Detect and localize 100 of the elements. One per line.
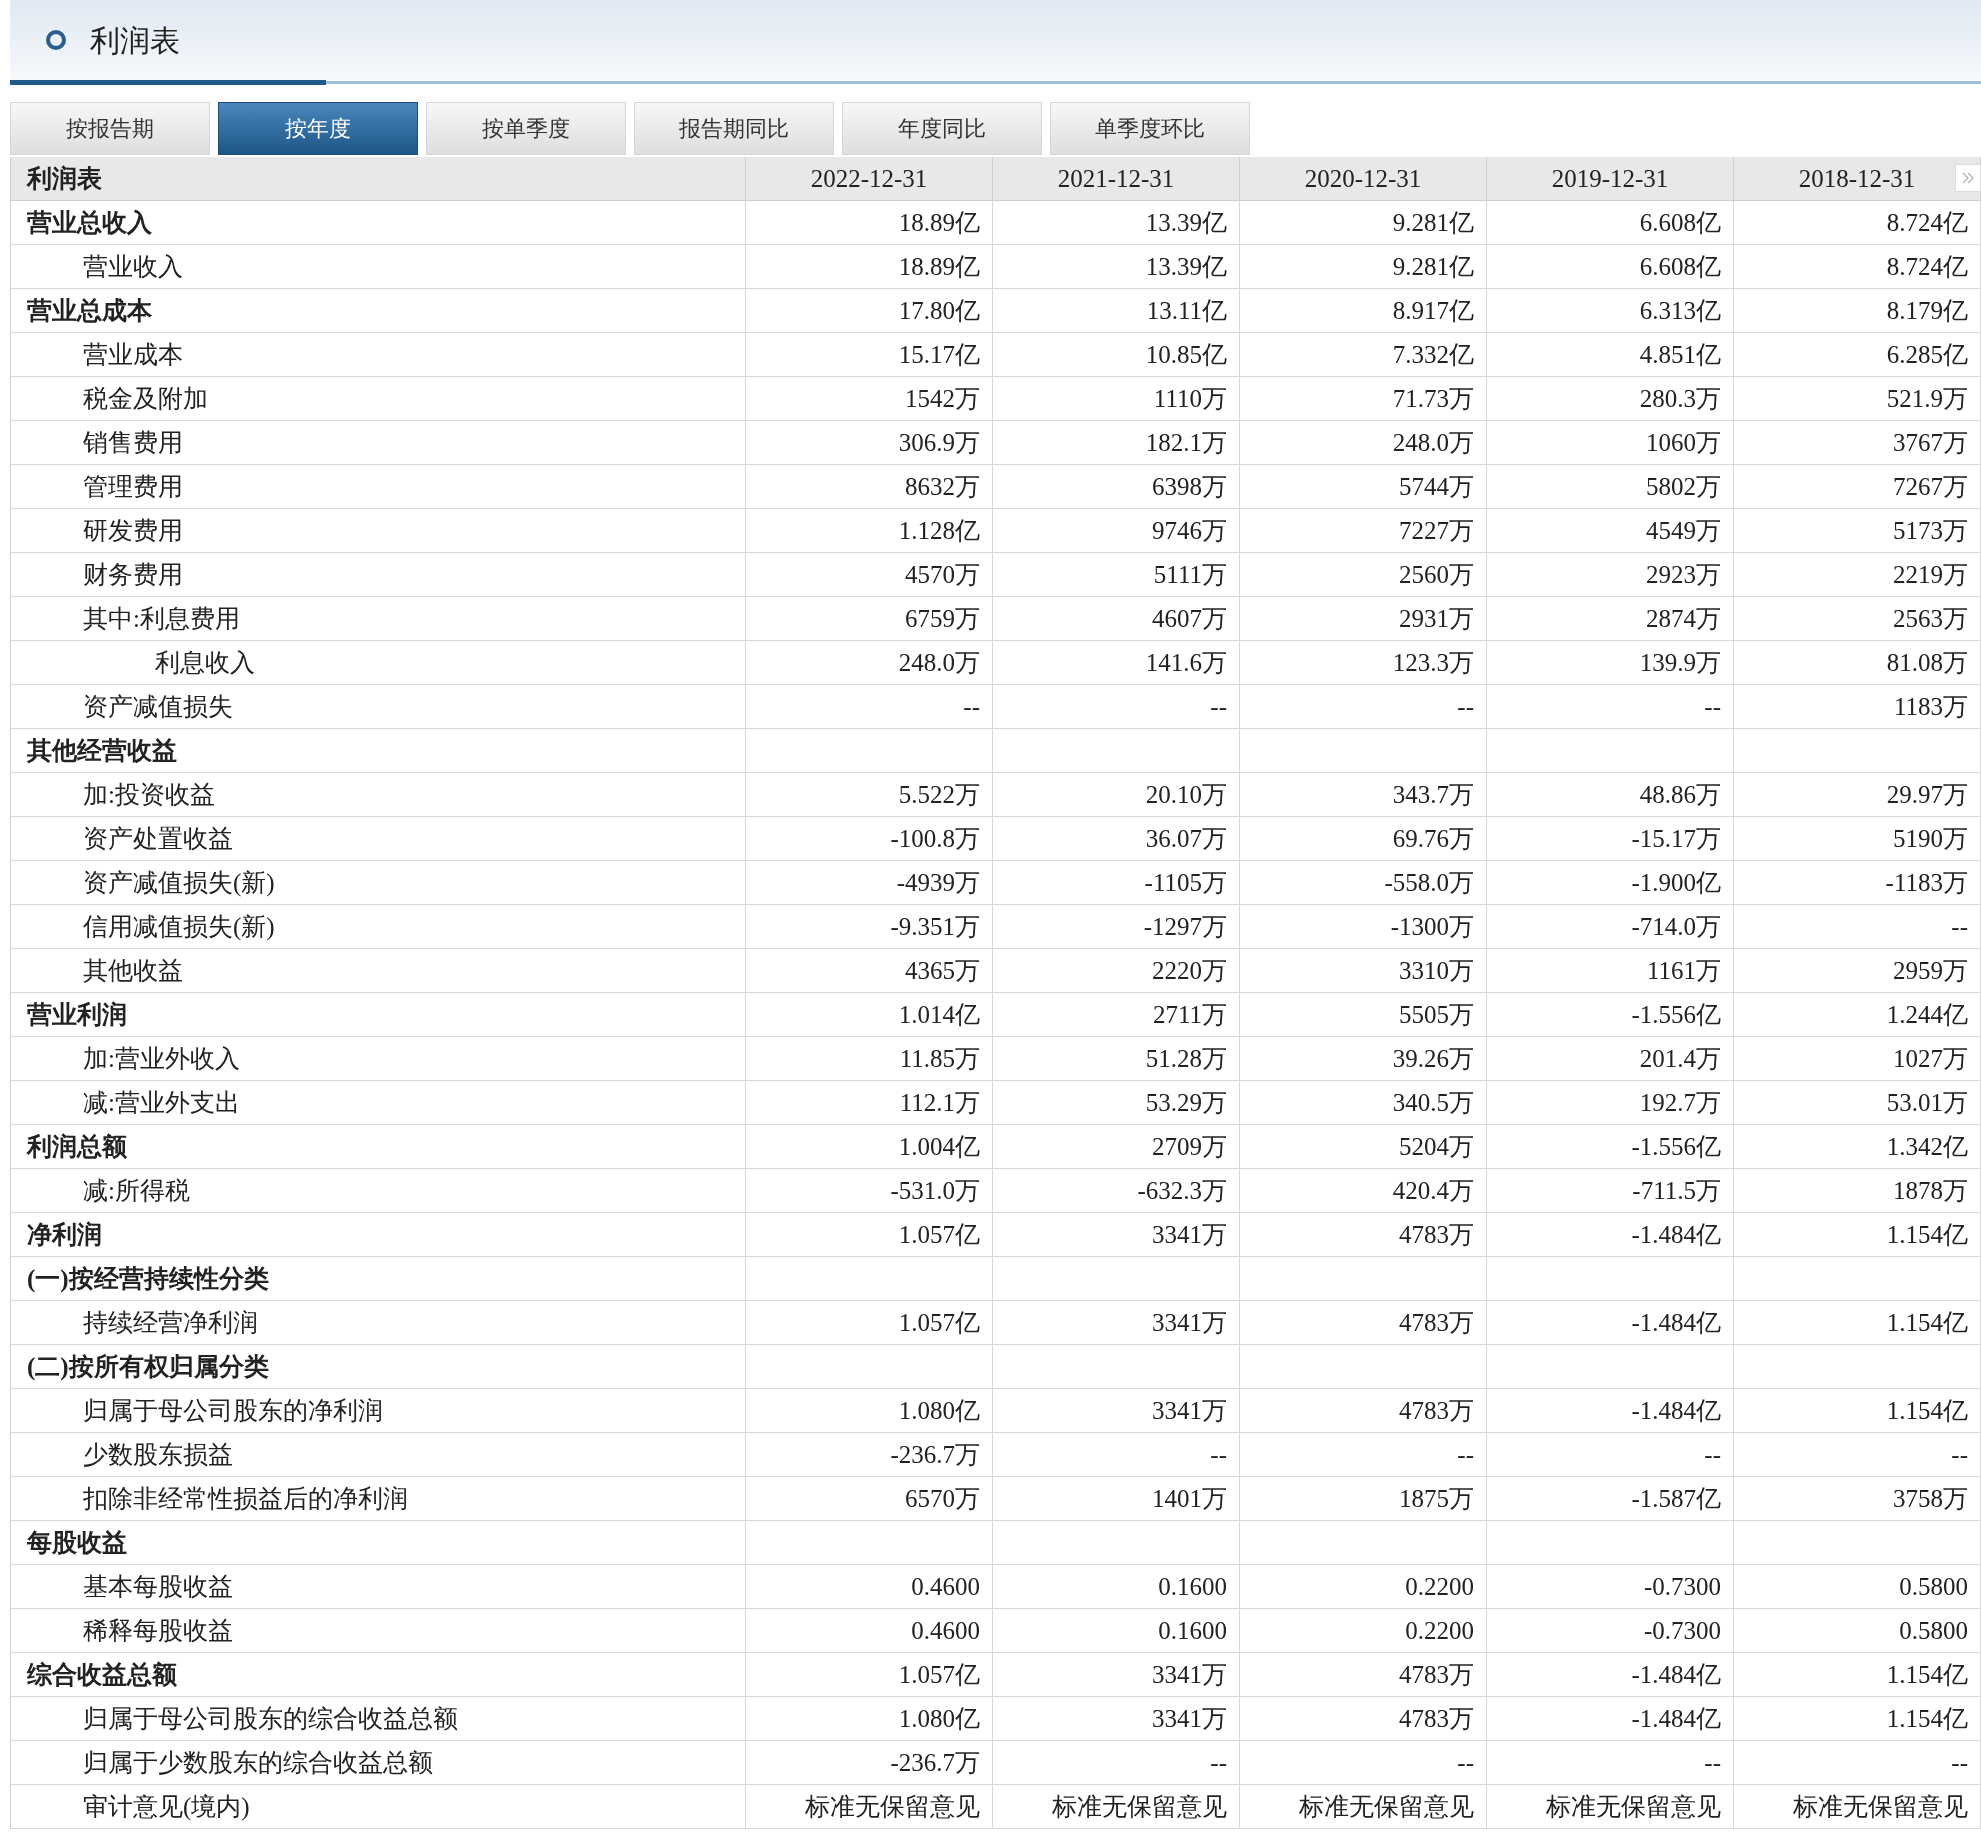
value-cell-text: 9746万 — [1152, 515, 1227, 546]
value-cell-text: -714.0万 — [1631, 911, 1721, 942]
value-cell-text: 4783万 — [1399, 1703, 1474, 1734]
value-cell-text: -1.484亿 — [1631, 1703, 1721, 1734]
value-cell-text: 5802万 — [1646, 471, 1721, 502]
row-label: 税金及附加 — [11, 377, 746, 420]
value-cell-text: 0.5800 — [1899, 1571, 1968, 1602]
value-cell-text: 0.2200 — [1405, 1615, 1474, 1646]
tab[interactable]: 年度同比 — [842, 102, 1042, 155]
value-cell-text: 1.057亿 — [898, 1659, 980, 1690]
value-cell-text: 4607万 — [1152, 603, 1227, 634]
value-cell-text: 4549万 — [1646, 515, 1721, 546]
value-cell-text: 53.01万 — [1886, 1087, 1968, 1118]
value-cell-text: 4783万 — [1399, 1307, 1474, 1338]
tab[interactable]: 报告期同比 — [634, 102, 834, 155]
tab[interactable]: 按报告期 — [10, 102, 210, 155]
row-label: 净利润 — [11, 1213, 746, 1256]
value-cell-text: 48.86万 — [1639, 779, 1721, 810]
value-cell-text: 112.1万 — [899, 1087, 980, 1118]
value-cell-text: -15.17万 — [1631, 823, 1721, 854]
row-label: 销售费用 — [11, 421, 746, 464]
value-cell-text: 9.281亿 — [1392, 251, 1474, 282]
row-label: 营业收入 — [11, 245, 746, 288]
value-cell-text: -1.587亿 — [1631, 1483, 1721, 1514]
value-cell-text: -- — [1210, 1747, 1227, 1778]
value-cell-text: 1.057亿 — [898, 1219, 980, 1250]
row-label: 财务费用 — [11, 553, 746, 596]
value-cell-text: 1060万 — [1646, 427, 1721, 458]
value-cell-text: 1.057亿 — [898, 1307, 980, 1338]
value-cell-text: 1183万 — [1893, 691, 1968, 722]
tab[interactable]: 单季度环比 — [1050, 102, 1250, 155]
value-cell-text: 248.0万 — [1392, 427, 1474, 458]
value-cell-text: 3341万 — [1152, 1219, 1227, 1250]
row-label: 资产处置收益 — [11, 817, 746, 860]
value-cell-text: 1.154亿 — [1886, 1703, 1968, 1734]
page-title: 利润表 — [90, 22, 180, 59]
value-cell-text: -1105万 — [1144, 867, 1227, 898]
tab[interactable]: 按单季度 — [426, 102, 626, 155]
value-cell-text: 69.76万 — [1392, 823, 1474, 854]
value-cell-text: 343.7万 — [1392, 779, 1474, 810]
value-cell-text: -1300万 — [1390, 911, 1474, 942]
value-cell-text: -236.7万 — [890, 1439, 980, 1470]
value-cell-text: 17.80亿 — [898, 295, 980, 326]
value-cell-text: 标准无保留意见 — [1546, 1791, 1721, 1822]
value-cell-text: -- — [963, 691, 980, 722]
row-label: 归属于母公司股东的净利润 — [11, 1389, 746, 1432]
column-header: 2020-12-31 — [1240, 157, 1487, 200]
value-cell-text: 1.154亿 — [1886, 1659, 1968, 1690]
row-label: 资产减值损失 — [11, 685, 746, 728]
row-label: 减:所得税 — [11, 1169, 746, 1212]
value-cell-text: 8.179亿 — [1886, 295, 1968, 326]
double-chevron-icon[interactable] — [1955, 164, 1981, 192]
value-cell-text: 3341万 — [1152, 1307, 1227, 1338]
value-cell-text: 1.080亿 — [898, 1703, 980, 1734]
value-cell-text: 13.39亿 — [1145, 251, 1227, 282]
value-cell-text: 标准无保留意见 — [1052, 1791, 1227, 1822]
value-cell-text: 1.154亿 — [1886, 1219, 1968, 1250]
value-cell-text: 5505万 — [1399, 999, 1474, 1030]
value-cell-text: -1.484亿 — [1631, 1307, 1721, 1338]
row-label: (二)按所有权归属分类 — [11, 1345, 746, 1388]
value-cell-text: -4939万 — [896, 867, 980, 898]
value-cell-text: 6398万 — [1152, 471, 1227, 502]
value-cell-text: -1.484亿 — [1631, 1395, 1721, 1426]
value-cell-text: 9.281亿 — [1392, 207, 1474, 238]
value-cell-text: 36.07万 — [1145, 823, 1227, 854]
value-cell-text: 81.08万 — [1886, 647, 1968, 678]
value-cell-text: 10.85亿 — [1145, 339, 1227, 370]
value-cell-text: 1875万 — [1399, 1483, 1474, 1514]
value-cell-text: 123.3万 — [1392, 647, 1474, 678]
row-label: 信用减值损失(新) — [11, 905, 746, 948]
value-cell-text: 53.29万 — [1145, 1087, 1227, 1118]
value-cell-text: 1161万 — [1646, 955, 1721, 986]
value-cell-text: 1.014亿 — [898, 999, 980, 1030]
value-cell-text: 标准无保留意见 — [805, 1791, 980, 1822]
row-label: 每股收益 — [11, 1521, 746, 1564]
value-cell-text: 18.89亿 — [898, 207, 980, 238]
row-label: 持续经营净利润 — [11, 1301, 746, 1344]
value-cell-text: 3341万 — [1152, 1659, 1227, 1690]
value-cell-text: 2709万 — [1152, 1131, 1227, 1162]
value-cell-text: 71.73万 — [1392, 383, 1474, 414]
value-cell-text: -- — [1704, 1439, 1721, 1470]
value-cell-text: 20.10万 — [1145, 779, 1227, 810]
value-cell-text: 1542万 — [905, 383, 980, 414]
row-label: 资产减值损失(新) — [11, 861, 746, 904]
row-label: (一)按经营持续性分类 — [11, 1257, 746, 1300]
value-cell-text: -0.7300 — [1643, 1571, 1721, 1602]
value-cell-text: 5204万 — [1399, 1131, 1474, 1162]
value-cell-text: -- — [1704, 1747, 1721, 1778]
value-cell-text: -531.0万 — [890, 1175, 980, 1206]
value-cell-text: -711.5万 — [1632, 1175, 1721, 1206]
value-cell-text: 0.5800 — [1899, 1615, 1968, 1646]
column-header: 2019-12-31 — [1487, 157, 1734, 200]
value-cell-text: 0.4600 — [911, 1571, 980, 1602]
row-label: 减:营业外支出 — [11, 1081, 746, 1124]
value-cell-text: 4.851亿 — [1639, 339, 1721, 370]
column-header: 2022-12-31 — [746, 157, 993, 200]
value-cell-text: -- — [1951, 1747, 1968, 1778]
value-cell-text: -1183万 — [1885, 867, 1968, 898]
row-label: 管理费用 — [11, 465, 746, 508]
tab[interactable]: 按年度 — [218, 102, 418, 155]
